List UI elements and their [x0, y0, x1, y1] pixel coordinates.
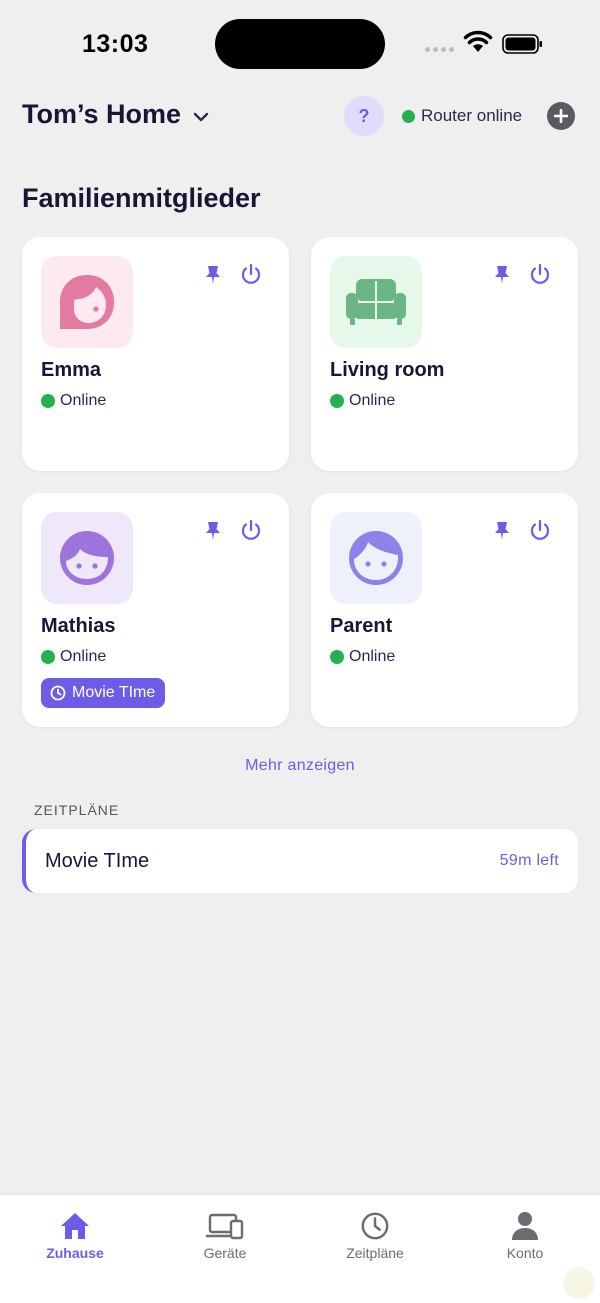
home-selector[interactable]: Tom’s Home [22, 99, 209, 130]
power-icon[interactable] [529, 519, 551, 541]
member-card-mathias[interactable]: Mathias Online Movie TIme [22, 493, 289, 727]
online-dot-icon [330, 394, 344, 408]
tab-label: Konto [506, 1245, 544, 1261]
member-card-emma[interactable]: Emma Online [22, 237, 289, 471]
show-more-link[interactable]: Mehr anzeigen [0, 757, 600, 775]
wifi-icon [463, 30, 493, 52]
member-status-label: Online [60, 392, 107, 409]
member-name: Emma [41, 359, 102, 381]
pin-icon[interactable] [494, 521, 510, 541]
member-card-living-room[interactable]: Living room Online [311, 237, 578, 471]
member-status: Online [330, 648, 395, 666]
avatar [41, 256, 133, 348]
chevron-down-icon [193, 112, 209, 121]
schedules-section-label: ZEITPLÄNE [34, 802, 120, 818]
floating-assistant-icon[interactable] [563, 1267, 595, 1299]
avatar [41, 512, 133, 604]
online-dot-icon [330, 650, 344, 664]
tab-geraete[interactable]: Geräte [165, 1211, 285, 1261]
tab-label: Geräte [203, 1245, 247, 1261]
schedule-row[interactable]: Movie TIme 59m left [22, 829, 578, 893]
home-title: Tom’s Home [22, 99, 182, 129]
tab-zeitplaene[interactable]: Zeitpläne [315, 1211, 435, 1261]
member-name: Parent [330, 615, 393, 637]
schedule-badge-label: Movie TIme [72, 684, 156, 701]
pin-icon[interactable] [205, 265, 221, 285]
tab-label: Zeitpläne [346, 1245, 404, 1261]
power-icon[interactable] [240, 263, 262, 285]
tab-bar: Zuhause Geräte Zeitpläne Konto [0, 1194, 600, 1303]
power-icon[interactable] [529, 263, 551, 285]
header: Tom’s Home ? Router online [22, 96, 578, 136]
clock-icon [361, 1212, 389, 1240]
person-icon [512, 1212, 538, 1240]
tab-zuhause[interactable]: Zuhause [15, 1211, 135, 1261]
add-button[interactable] [547, 102, 575, 130]
router-status-label: Router online [421, 106, 523, 125]
pin-icon[interactable] [494, 265, 510, 285]
help-button[interactable]: ? [344, 96, 384, 136]
section-title: Familienmitglieder [22, 183, 261, 213]
clock-icon [50, 685, 66, 701]
schedule-remaining: 59m left [499, 852, 559, 869]
boy-face-icon [60, 531, 114, 585]
avatar [330, 512, 422, 604]
avatar [330, 256, 422, 348]
status-bar: 13:03 [0, 0, 600, 90]
girl-face-icon [60, 275, 114, 329]
schedule-badge[interactable]: Movie TIme [41, 678, 166, 708]
cellular-signal-icon [425, 47, 454, 52]
tab-konto[interactable]: Konto [465, 1211, 585, 1261]
member-status-label: Online [60, 648, 107, 665]
online-dot-icon [41, 650, 55, 664]
online-dot-icon [402, 109, 415, 123]
member-status: Online [330, 392, 395, 410]
dynamic-island [215, 19, 385, 69]
member-status: Online [41, 392, 106, 410]
devices-icon [205, 1213, 244, 1240]
member-status-label: Online [349, 648, 396, 665]
plus-icon [554, 109, 568, 123]
online-dot-icon [41, 394, 55, 408]
tab-label: Zuhause [46, 1245, 104, 1261]
home-icon [61, 1213, 89, 1239]
status-time: 13:03 [82, 30, 149, 58]
router-status: Router online [402, 106, 522, 126]
battery-icon [502, 34, 542, 54]
member-name: Mathias [41, 615, 116, 637]
pin-icon[interactable] [205, 521, 221, 541]
sofa-icon [346, 279, 406, 325]
member-status-label: Online [349, 392, 396, 409]
power-icon[interactable] [240, 519, 262, 541]
member-card-parent[interactable]: Parent Online [311, 493, 578, 727]
schedule-name: Movie TIme [45, 850, 150, 872]
adult-face-icon [349, 531, 403, 585]
member-name: Living room [330, 359, 445, 381]
member-status: Online [41, 648, 106, 666]
